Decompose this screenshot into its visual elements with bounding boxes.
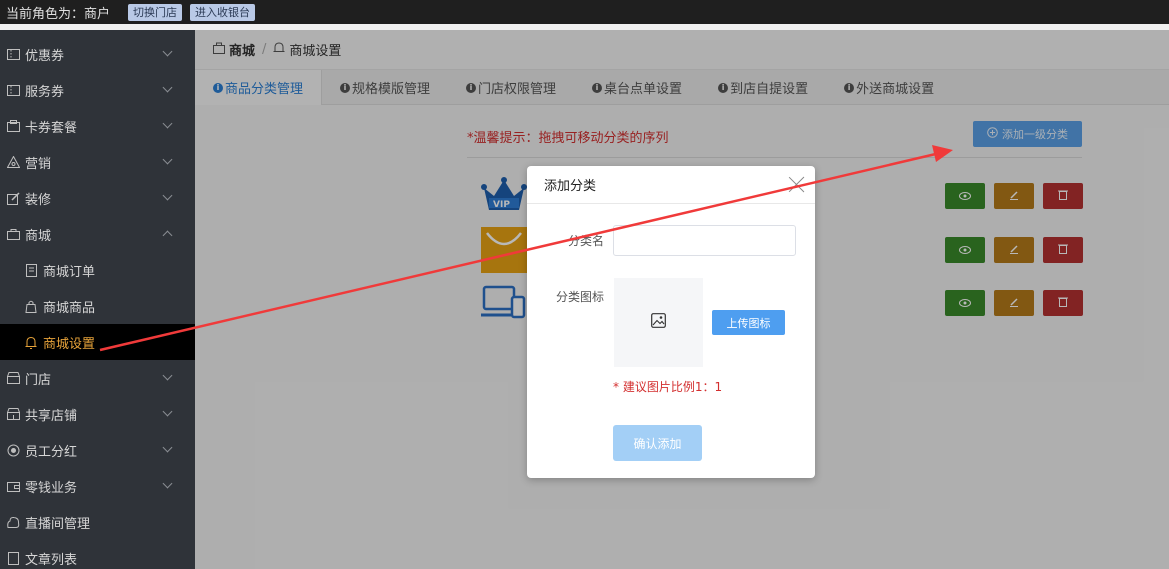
chevron-down-icon	[162, 370, 173, 381]
chevron-down-icon	[162, 154, 173, 165]
sidebar: 优惠券 服务券 卡券套餐 营销 装修 商城 商城订单 商城商品 商城设置 门店 …	[0, 30, 195, 569]
sidebar-item-card-packages[interactable]: 卡券套餐	[0, 108, 195, 144]
dialog-title: 添加分类	[527, 166, 815, 204]
sidebar-item-label: 商城商品	[43, 300, 96, 316]
wallet-icon	[6, 479, 20, 493]
chevron-down-icon	[162, 406, 173, 417]
chevron-down-icon	[162, 442, 173, 453]
shared-store-icon	[6, 407, 20, 421]
sidebar-item-shared-stores[interactable]: 共享店铺	[0, 396, 195, 432]
sidebar-item-mall-orders[interactable]: 商城订单	[0, 252, 195, 288]
image-placeholder-icon	[651, 313, 666, 332]
marketing-icon	[6, 155, 20, 169]
sidebar-item-label: 卡券套餐	[25, 120, 78, 136]
category-icon-label: 分类图标	[555, 290, 604, 304]
sidebar-item-label: 服务券	[25, 84, 65, 100]
ticket-icon	[6, 47, 20, 61]
chevron-down-icon	[162, 478, 173, 489]
sidebar-item-label: 员工分红	[25, 444, 78, 460]
chevron-up-icon	[162, 230, 173, 241]
category-name-input[interactable]	[613, 225, 796, 256]
sidebar-item-label: 共享店铺	[25, 408, 78, 424]
close-icon[interactable]	[788, 175, 806, 193]
order-icon	[24, 263, 38, 277]
sidebar-item-label: 门店	[25, 372, 52, 388]
sidebar-item-label: 商城	[25, 228, 52, 244]
top-bar: 当前角色为：商户 切换门店 进入收银台	[0, 0, 1169, 24]
sidebar-item-mall[interactable]: 商城	[0, 216, 195, 252]
switch-store-button[interactable]: 切换门店	[128, 3, 183, 21]
bonus-icon	[6, 443, 20, 457]
sidebar-item-label: 优惠券	[25, 48, 65, 64]
sidebar-item-live-room[interactable]: 直播间管理	[0, 504, 195, 540]
chevron-down-icon	[162, 46, 173, 57]
bag-icon	[24, 299, 38, 313]
sidebar-item-mall-products[interactable]: 商城商品	[0, 288, 195, 324]
chevron-down-icon	[162, 190, 173, 201]
sidebar-item-label: 装修	[25, 192, 52, 208]
sidebar-item-articles[interactable]: 文章列表	[0, 540, 195, 569]
sidebar-item-label: 商城订单	[43, 264, 96, 280]
add-category-dialog: 添加分类 分类名 分类图标 上传图标 * 建议图片比例1：1 确认添加	[527, 166, 815, 478]
enter-cashier-button[interactable]: 进入收银台	[190, 3, 256, 21]
current-role-text: 当前角色为：商户	[6, 6, 111, 22]
sidebar-item-label: 直播间管理	[25, 516, 91, 532]
chevron-down-icon	[162, 82, 173, 93]
store-icon	[6, 371, 20, 385]
sidebar-item-label: 营销	[25, 156, 52, 172]
confirm-add-button[interactable]: 确认添加	[613, 425, 702, 461]
sidebar-item-marketing[interactable]: 营销	[0, 144, 195, 180]
chevron-down-icon	[162, 118, 173, 129]
live-icon	[6, 515, 20, 529]
article-icon	[6, 551, 20, 565]
ratio-hint: * 建议图片比例1：1	[613, 380, 723, 394]
sidebar-item-decoration[interactable]: 装修	[0, 180, 195, 216]
icon-preview[interactable]	[614, 278, 703, 367]
sidebar-item-label: 文章列表	[25, 552, 78, 568]
sidebar-item-label: 零钱业务	[25, 480, 78, 496]
sidebar-item-coupons[interactable]: 优惠券	[0, 36, 195, 72]
sidebar-item-stores[interactable]: 门店	[0, 360, 195, 396]
upload-icon-button[interactable]: 上传图标	[712, 310, 785, 335]
shop-icon	[6, 227, 20, 241]
sidebar-item-mall-settings[interactable]: 商城设置	[0, 324, 195, 360]
sidebar-item-service-coupons[interactable]: 服务券	[0, 72, 195, 108]
ticket-icon	[6, 83, 20, 97]
sidebar-item-label: 商城设置	[43, 336, 96, 352]
sidebar-item-change-business[interactable]: 零钱业务	[0, 468, 195, 504]
card-icon	[6, 119, 20, 133]
sidebar-item-staff-bonus[interactable]: 员工分红	[0, 432, 195, 468]
bell-icon	[24, 335, 38, 349]
category-name-label: 分类名	[567, 234, 604, 248]
edit-icon	[6, 191, 20, 205]
